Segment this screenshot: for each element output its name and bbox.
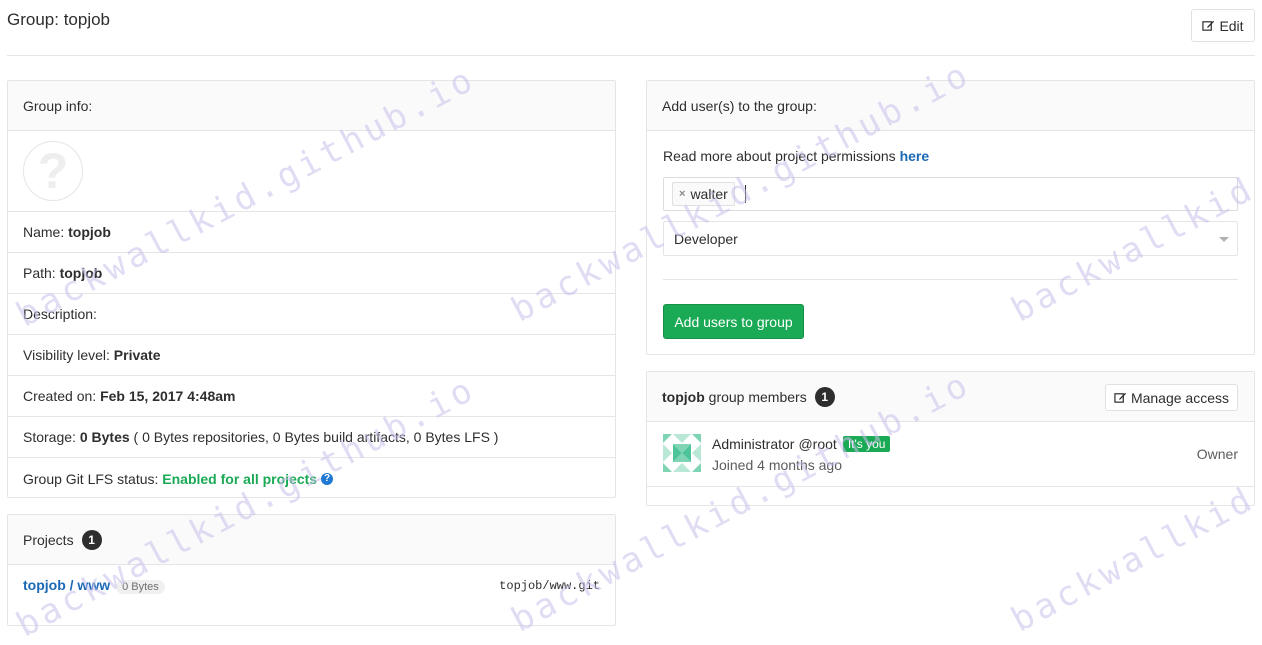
access-level-value: Developer [674,230,738,247]
group-storage-row: Storage: 0 Bytes ( 0 Bytes repositories,… [8,417,615,458]
created-label: Created on: [23,388,97,404]
edit-icon [1114,392,1127,403]
access-level-select[interactable]: Developer [663,221,1238,256]
page-title: Group: topjob [7,10,111,29]
projects-count-badge: 1 [81,529,102,550]
user-token[interactable]: × walter [672,182,735,206]
group-lfs-row: Group Git LFS status: Enabled for all pr… [8,458,615,499]
member-display-name[interactable]: Administrator [712,436,794,452]
path-value: topjob [59,265,103,281]
projects-panel: Projects 1 topjob / www 0 Bytes topjob/ww… [7,514,616,626]
user-search-input[interactable]: × walter [663,177,1238,211]
caret-down-icon [1219,237,1229,242]
members-heading: topjob group members 1 Manage access [647,372,1254,422]
name-label: Name: [23,224,65,240]
group-avatar-row: ? [8,131,615,212]
permissions-link[interactable]: here [900,148,930,164]
remove-token-icon[interactable]: × [679,188,685,200]
visibility-label: Visibility level: [23,347,110,363]
members-count-badge: 1 [814,386,835,407]
its-you-badge: It's you [842,436,891,452]
question-circle-icon[interactable]: ? [321,472,334,485]
member-joined: Joined 4 months ago [712,457,842,473]
project-link[interactable]: topjob / www [23,577,110,593]
group-info-panel: Group info: ? Name: topjob Path: topjob … [7,80,616,498]
storage-value: 0 Bytes [79,429,130,445]
group-description-row: Description: [8,294,615,335]
group-avatar: ? [23,141,83,201]
member-username: @root [798,436,837,452]
description-label: Description: [23,306,97,322]
group-info-heading-text: Group info: [23,97,93,114]
add-users-heading-text: Add user(s) to the group: [662,97,817,114]
add-users-button[interactable]: Add users to group [663,304,804,339]
manage-access-button[interactable]: Manage access [1104,384,1238,411]
text-caret [744,185,746,203]
name-value: topjob [68,224,111,240]
user-token-label: walter [690,186,728,202]
visibility-value: Private [113,347,161,363]
group-name-row: Name: topjob [8,212,615,253]
group-path-row: Path: topjob [8,253,615,294]
lfs-label: Group Git LFS status: [23,470,159,487]
group-visibility-row: Visibility level: Private [8,335,615,376]
form-divider [663,279,1238,280]
title-divider [7,55,1255,56]
add-users-heading: Add user(s) to the group: [647,81,1254,131]
permissions-text: Read more about project permissions here [663,148,929,164]
edit-button[interactable]: Edit [1191,9,1255,42]
members-group-name: topjob [662,388,705,405]
projects-heading: Projects 1 [8,515,615,565]
created-value: Feb 15, 2017 4:48am [100,388,236,404]
member-avatar [663,434,701,472]
member-name: Administrator @root It's you [712,436,891,452]
permissions-text-label: Read more about project permissions [663,148,896,164]
group-info-heading: Group info: [8,81,615,131]
storage-label: Storage: [23,429,76,445]
edit-button-label: Edit [1219,17,1244,34]
project-git-path: topjob/www.git [499,578,600,593]
edit-icon [1202,20,1215,31]
projects-heading-text: Projects [23,531,74,548]
project-size-badge: 0 Bytes [116,580,165,594]
members-heading-text: group members [708,388,807,405]
path-label: Path: [23,265,56,281]
project-row: topjob / www 0 Bytes topjob/www.git [8,565,615,606]
member-row: Administrator @root It's you Joined 4 mo… [647,422,1254,487]
group-created-row: Created on: Feb 15, 2017 4:48am [8,376,615,417]
lfs-value: Enabled for all projects [162,470,318,487]
manage-access-label: Manage access [1130,389,1229,406]
add-users-panel: Add user(s) to the group: Read more abou… [646,80,1255,355]
storage-detail: ( 0 Bytes repositories, 0 Bytes build ar… [133,429,499,445]
member-role: Owner [1196,446,1238,462]
members-panel: topjob group members 1 Manage access Adm… [646,371,1255,506]
